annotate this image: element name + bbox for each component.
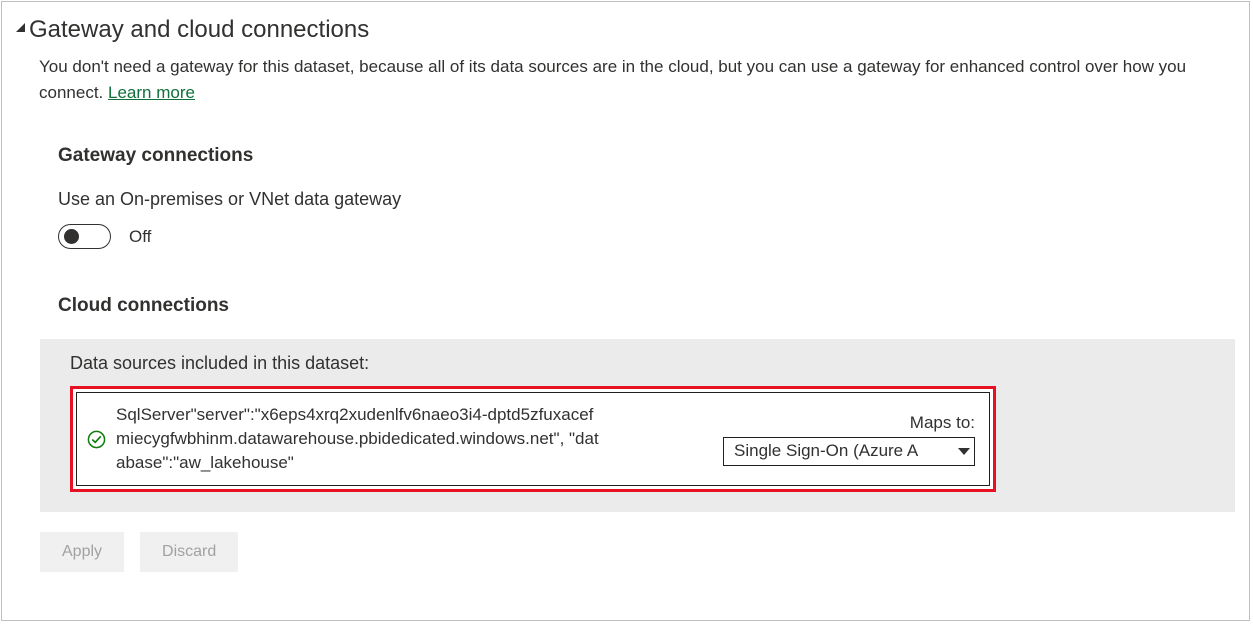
section-title: Gateway and cloud connections [29,16,369,44]
toggle-knob-icon [64,229,79,244]
gateway-toggle-label: Off [129,227,151,247]
section-header[interactable]: Gateway and cloud connections [16,16,1227,44]
discard-button[interactable]: Discard [140,532,238,572]
maps-to-selected-value: Single Sign-On (Azure A [734,441,918,461]
data-source-row-highlight: SqlServer"server":"x6eps4xrq2xudenlfv6na… [70,386,996,492]
apply-button[interactable]: Apply [40,532,124,572]
section-description: You don't need a gateway for this datase… [39,54,1219,105]
maps-to-label: Maps to: [910,413,975,433]
data-source-text: SqlServer"server":"x6eps4xrq2xudenlfv6na… [116,403,606,475]
data-sources-heading: Data sources included in this dataset: [70,353,1219,374]
cloud-connections-heading: Cloud connections [58,295,1227,317]
action-buttons: Apply Discard [40,532,1227,572]
maps-to-select[interactable]: Single Sign-On (Azure A [723,437,975,466]
gateway-prompt: Use an On-premises or VNet data gateway [58,189,1227,210]
status-ok-icon [87,430,106,449]
gateway-connections-heading: Gateway connections [58,145,1227,167]
gateway-toggle[interactable] [58,224,111,249]
description-text: You don't need a gateway for this datase… [39,57,1186,102]
learn-more-link[interactable]: Learn more [108,83,195,102]
expand-triangle-icon[interactable] [16,23,25,32]
gateway-cloud-settings-panel: Gateway and cloud connections You don't … [1,1,1250,621]
data-sources-panel: Data sources included in this dataset: S… [40,339,1235,512]
data-source-row: SqlServer"server":"x6eps4xrq2xudenlfv6na… [76,392,990,486]
chevron-down-icon [958,448,970,455]
